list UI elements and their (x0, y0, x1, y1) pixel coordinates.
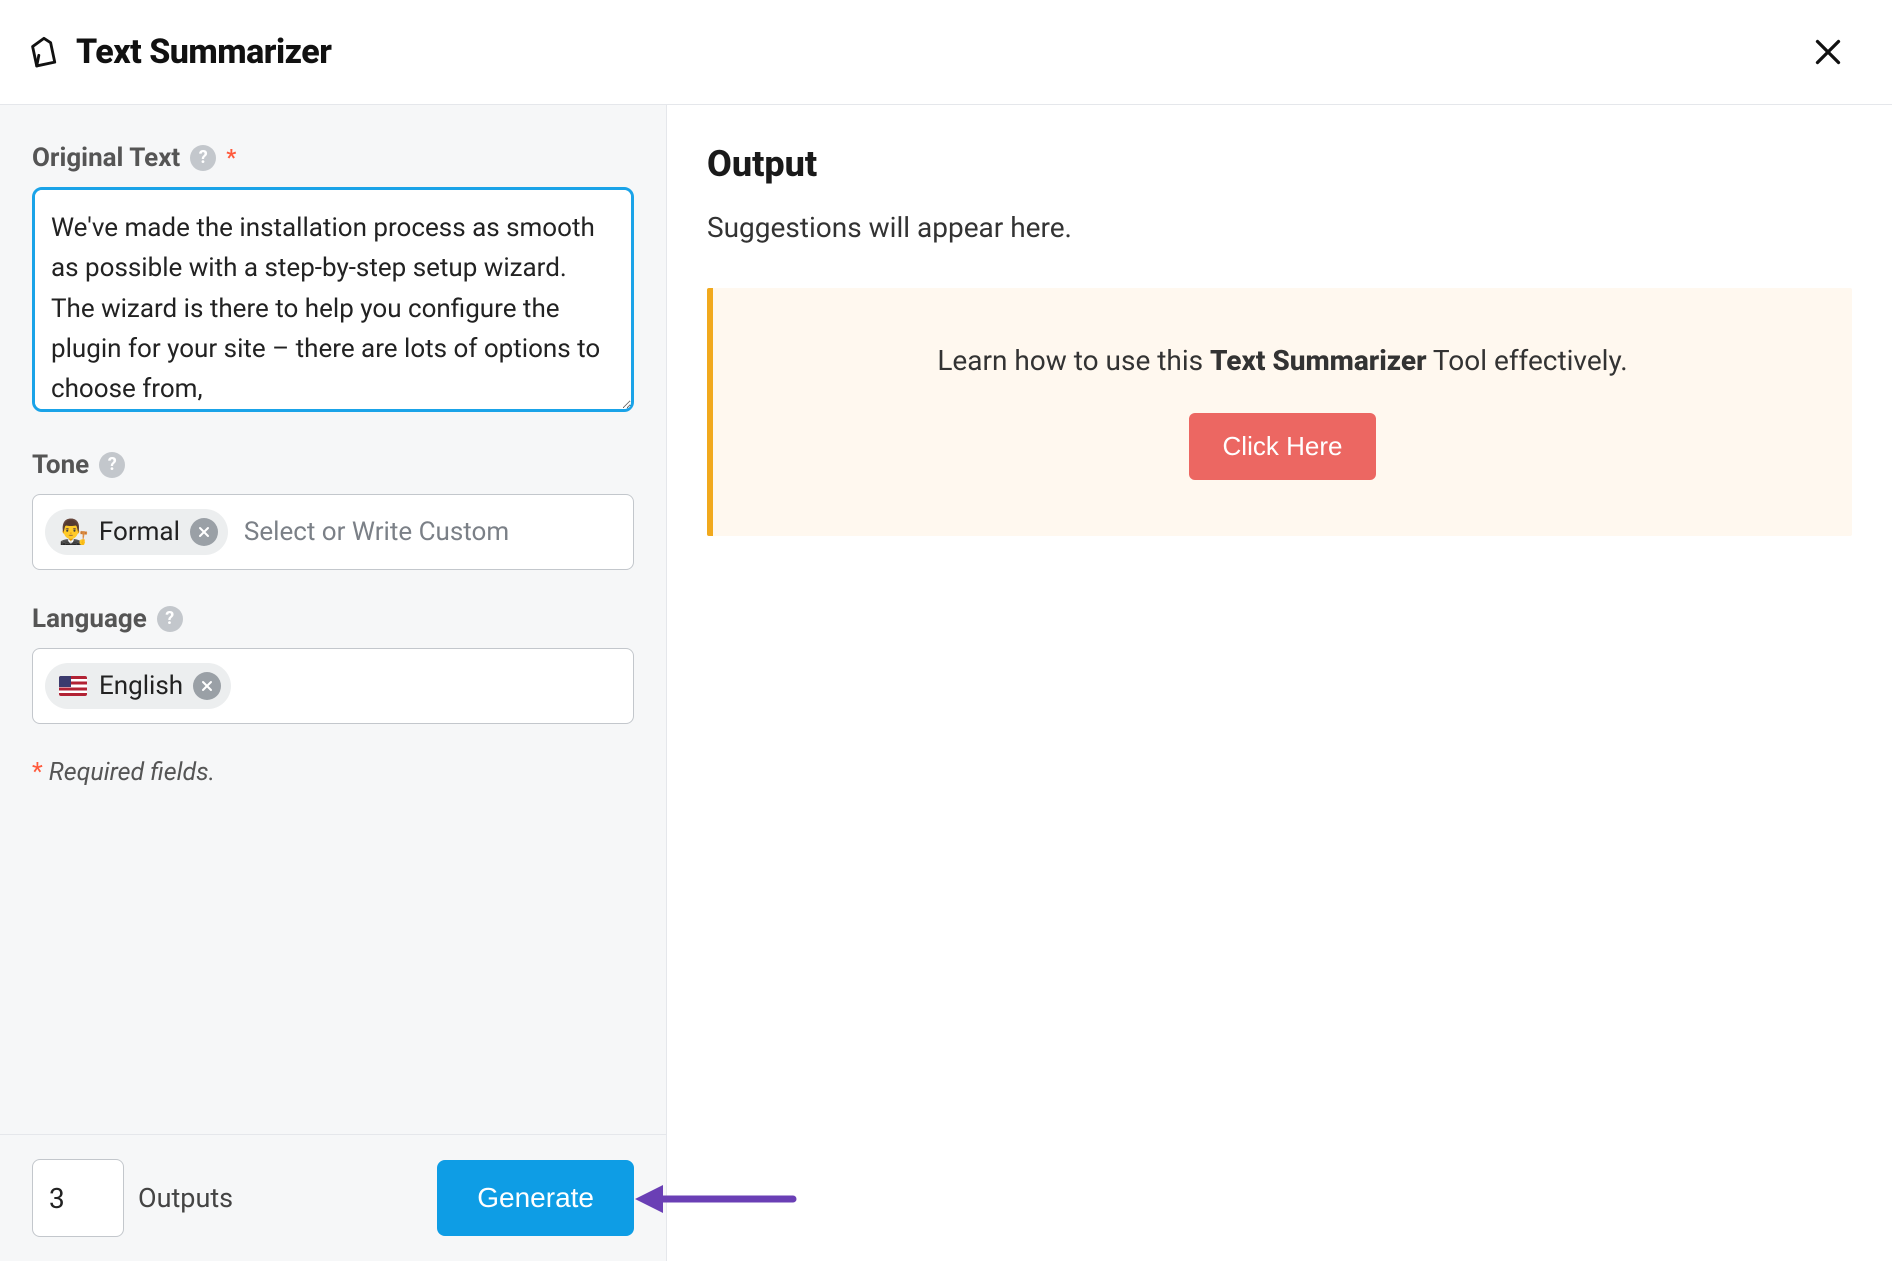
page-title: Text Summarizer (76, 32, 331, 72)
learn-suffix: Tool effectively. (1427, 344, 1628, 377)
outputs-label: Outputs (138, 1182, 233, 1214)
learn-callout: Learn how to use this Text Summarizer To… (707, 288, 1852, 536)
field-language: Language ? English (32, 604, 634, 724)
tone-label: Tone (32, 450, 89, 480)
language-chip-label: English (99, 671, 183, 701)
outputs-count-input[interactable] (32, 1159, 124, 1237)
tone-chip-label: Formal (99, 517, 180, 547)
header: Text Summarizer (0, 0, 1892, 105)
label-row: Original Text ? * (32, 143, 634, 173)
help-icon[interactable]: ? (190, 145, 216, 171)
generate-button[interactable]: Generate (437, 1160, 634, 1236)
tone-input[interactable]: 👨‍⚖️ Formal Select or Write Custom (32, 494, 634, 570)
outputs-group: Outputs (32, 1159, 233, 1237)
label-row: Language ? (32, 604, 634, 634)
left-panel: Original Text ? * Tone ? 👨‍⚖️ Formal (0, 105, 667, 1261)
original-text-input[interactable] (32, 187, 634, 412)
field-tone: Tone ? 👨‍⚖️ Formal Select or Write Custo… (32, 450, 634, 570)
language-chip-remove[interactable] (193, 672, 221, 700)
summarizer-icon (24, 35, 58, 69)
output-placeholder: Suggestions will appear here. (707, 211, 1852, 244)
tone-chip-remove[interactable] (190, 518, 218, 546)
required-note: *Required fields. (32, 758, 634, 787)
required-star-icon: * (32, 758, 43, 787)
language-label: Language (32, 604, 147, 634)
help-icon[interactable]: ? (157, 606, 183, 632)
close-button[interactable] (1804, 28, 1852, 76)
original-text-label: Original Text (32, 143, 180, 173)
formal-emoji-icon: 👨‍⚖️ (59, 518, 89, 546)
required-star-icon: * (226, 146, 236, 171)
click-here-button[interactable]: Click Here (1189, 413, 1377, 480)
field-original-text: Original Text ? * (32, 143, 634, 416)
learn-prefix: Learn how to use this (937, 344, 1210, 377)
help-icon[interactable]: ? (99, 452, 125, 478)
learn-bold: Text Summarizer (1210, 344, 1427, 377)
header-left: Text Summarizer (24, 32, 331, 72)
label-row: Tone ? (32, 450, 634, 480)
learn-text: Learn how to use this Text Summarizer To… (753, 344, 1812, 377)
language-chip: English (45, 663, 231, 709)
footer-bar: Outputs Generate (0, 1134, 666, 1261)
output-title: Output (707, 143, 1852, 185)
language-input[interactable]: English (32, 648, 634, 724)
required-note-text: Required fields. (49, 758, 215, 787)
right-panel: Output Suggestions will appear here. Lea… (667, 105, 1892, 1261)
us-flag-icon (59, 676, 87, 696)
main: Original Text ? * Tone ? 👨‍⚖️ Formal (0, 105, 1892, 1261)
tone-placeholder: Select or Write Custom (244, 517, 509, 547)
tone-chip: 👨‍⚖️ Formal (45, 509, 228, 555)
form-area: Original Text ? * Tone ? 👨‍⚖️ Formal (0, 105, 666, 1134)
